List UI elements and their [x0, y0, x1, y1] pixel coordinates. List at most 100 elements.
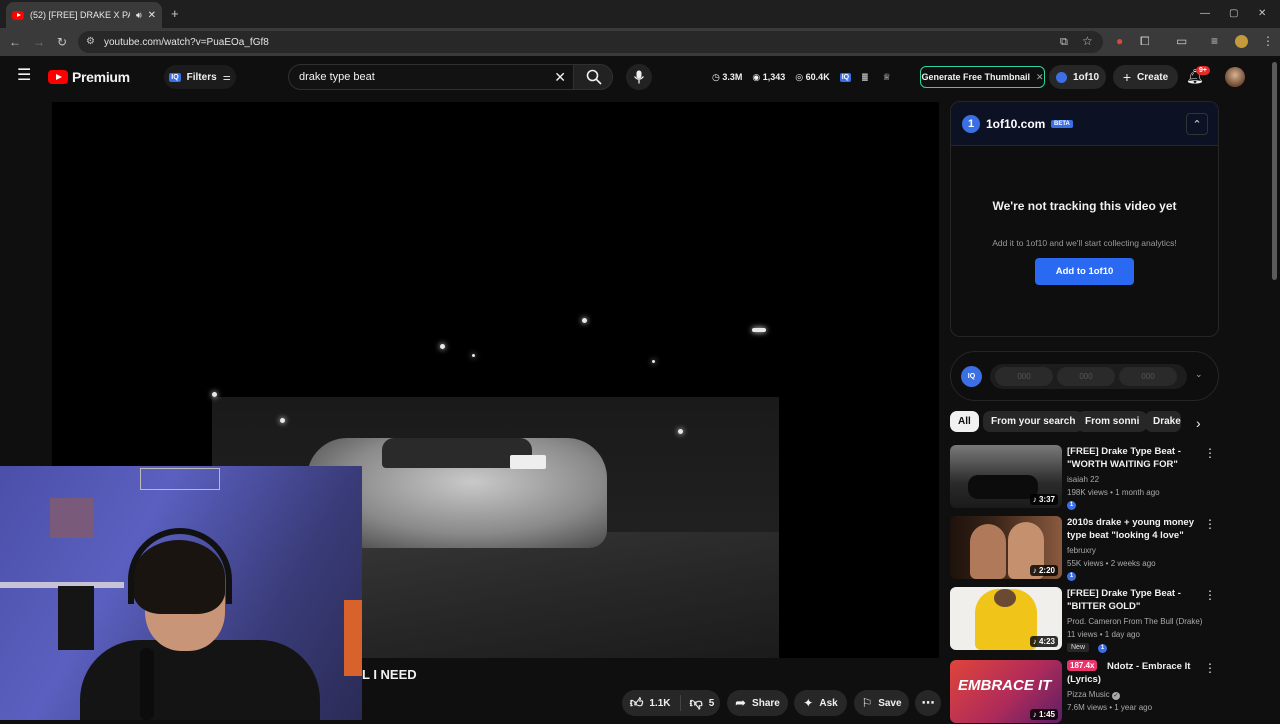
- recommendation-thumbnail[interactable]: ♪ 4:23: [950, 587, 1062, 650]
- browser-tab[interactable]: (52) [FREE] DRAKE X PARTYN 🔊︎ ✕: [6, 2, 162, 28]
- url-text: youtube.com/watch?v=PuaEOa_fGf8: [104, 36, 269, 48]
- more-vertical-icon[interactable]: ⋮: [1204, 662, 1216, 674]
- more-horizontal-icon: ⋯: [921, 695, 935, 710]
- oneof10-label: 1of10: [1072, 71, 1100, 83]
- extensions-puzzle-icon[interactable]: ⧠: [1140, 35, 1150, 47]
- vidiq-badge[interactable]: IQ: [839, 72, 852, 82]
- voice-search-button[interactable]: [626, 64, 652, 90]
- search-input[interactable]: drake type beat ✕: [288, 64, 574, 90]
- notifications-button[interactable]: 🔔︎ 9+: [1186, 66, 1210, 88]
- save-button[interactable]: ⚐ Save: [854, 690, 909, 716]
- close-window-icon[interactable]: ✕: [1258, 8, 1266, 20]
- list-icon[interactable]: ≣: [861, 72, 869, 83]
- more-actions-button[interactable]: ⋯: [915, 690, 941, 716]
- webcam-speaker: [58, 586, 94, 650]
- reload-icon[interactable]: ↻: [57, 36, 67, 48]
- recommendation-title[interactable]: [FREE] Drake Type Beat - "BITTER GOLD": [1067, 587, 1207, 613]
- tab-title: (52) [FREE] DRAKE X PARTYN: [30, 10, 130, 20]
- recommendation-item[interactable]: ♪ 2:20 2010s drake + young money type be…: [950, 516, 1220, 581]
- user-avatar[interactable]: [1225, 67, 1245, 87]
- trophy-icon[interactable]: ♕: [883, 72, 891, 83]
- tab-audio-icon[interactable]: 🔊︎: [136, 10, 142, 21]
- search-button[interactable]: [573, 64, 613, 90]
- recommendation-thumbnail[interactable]: EMBRACE IT ♪ 1:45: [950, 660, 1062, 723]
- youtube-favicon-icon: [12, 10, 24, 20]
- chip-drake[interactable]: Drake: [1145, 411, 1181, 432]
- recommendation-channel[interactable]: Pizza Music ✓: [1067, 690, 1120, 700]
- plus-icon: +: [1122, 69, 1132, 85]
- video-light: [752, 328, 766, 332]
- youtube-logo[interactable]: Premium: [48, 69, 130, 85]
- sidepanel-icon[interactable]: ▭: [1176, 35, 1187, 47]
- oneof10-score-icon: 1: [1067, 572, 1076, 581]
- more-vertical-icon[interactable]: ⋮: [1204, 447, 1216, 459]
- duration-badge: ♪ 4:23: [1029, 636, 1058, 647]
- thumbnail-person: [970, 524, 1006, 579]
- more-vertical-icon[interactable]: ⋮: [1204, 518, 1216, 530]
- more-vertical-icon[interactable]: ⋮: [1204, 589, 1216, 601]
- extension-red-icon[interactable]: ●: [1116, 35, 1123, 47]
- browser-menu-icon[interactable]: ⋮: [1262, 35, 1274, 47]
- recommendation-channel[interactable]: isaiah 22: [1067, 475, 1099, 484]
- share-icon: ➦: [735, 695, 747, 710]
- new-tab-icon[interactable]: +: [171, 7, 179, 20]
- chips-next-chevron-icon[interactable]: ›: [1196, 416, 1201, 430]
- recommendation-item[interactable]: ♪ 3:37 [FREE] Drake Type Beat - "WORTH W…: [950, 445, 1220, 510]
- back-icon[interactable]: ←: [9, 36, 21, 48]
- site-info-icon[interactable]: ⚙: [86, 36, 95, 47]
- filters-button[interactable]: IQ Filters ⚌: [164, 65, 236, 89]
- recommendation-channel[interactable]: Prod. Cameron From The Bull (Drake): [1067, 617, 1202, 626]
- recommendation-meta: 55K views • 2 weeks ago: [1067, 559, 1156, 568]
- video-light: [652, 360, 655, 363]
- forward-icon[interactable]: →: [33, 36, 45, 48]
- search-value: drake type beat: [299, 71, 375, 83]
- restore-icon[interactable]: ▢: [1229, 8, 1238, 20]
- collapse-chevron-icon[interactable]: ⌃: [1186, 113, 1208, 135]
- recommendation-item[interactable]: ♪ 4:23 [FREE] Drake Type Beat - "BITTER …: [950, 587, 1220, 653]
- address-bar[interactable]: ⚙ youtube.com/watch?v=PuaEOa_fGf8: [78, 31, 1103, 53]
- vidiq-pill[interactable]: 000: [995, 367, 1053, 386]
- hamburger-menu-icon[interactable]: ☰: [17, 68, 31, 84]
- vidiq-pill[interactable]: 000: [1057, 367, 1115, 386]
- vidiq-logo-icon: IQ: [961, 366, 982, 387]
- dislike-button[interactable]: 👎︎ 5: [681, 695, 722, 711]
- recommendation-item[interactable]: EMBRACE IT ♪ 1:45 187.4x Ndotz - Embrace…: [950, 660, 1220, 724]
- chip-from-your-search[interactable]: From your search: [983, 411, 1084, 432]
- recommendation-channel[interactable]: februxry: [1067, 546, 1096, 555]
- bookmark-star-icon[interactable]: ☆: [1082, 35, 1093, 47]
- stat-eye: ◎ 60.4K: [795, 71, 830, 82]
- new-badge: New: [1067, 643, 1090, 652]
- recommendation-thumbnail[interactable]: ♪ 2:20: [950, 516, 1062, 579]
- chip-all[interactable]: All: [950, 411, 979, 432]
- install-app-icon[interactable]: ⧉: [1060, 36, 1068, 48]
- recommendation-title[interactable]: 2010s drake + young money type beat "loo…: [1067, 516, 1207, 542]
- beta-badge: BETA: [1051, 120, 1073, 128]
- oneof10-button[interactable]: 1of10: [1049, 65, 1106, 89]
- like-button[interactable]: 👍︎ 1.1K: [620, 695, 682, 711]
- youtube-logo-icon: [48, 70, 68, 84]
- add-to-oneof10-button[interactable]: Add to 1of10: [1035, 258, 1134, 285]
- recommendation-thumbnail[interactable]: ♪ 3:37: [950, 445, 1062, 508]
- ask-button[interactable]: ✦ Ask: [794, 690, 847, 716]
- share-button[interactable]: ➦ Share: [727, 690, 788, 716]
- minimize-icon[interactable]: —: [1200, 8, 1210, 20]
- expand-chevron-icon[interactable]: ⌄: [1195, 369, 1203, 380]
- search-icon: [586, 69, 602, 85]
- recommendation-title[interactable]: [FREE] Drake Type Beat - "WORTH WAITING …: [1067, 445, 1207, 471]
- page-scrollbar-thumb[interactable]: [1272, 62, 1277, 280]
- recommendation-title[interactable]: Ndotz - Embrace It (Lyrics): [1067, 660, 1207, 686]
- clear-search-icon[interactable]: ✕: [554, 69, 566, 85]
- microphone-icon: [633, 70, 645, 84]
- generate-thumbnail-button[interactable]: Generate Free Thumbnail ✕: [920, 66, 1045, 88]
- vidiq-panel: IQ 000 000 000 ⌄: [950, 351, 1219, 401]
- vidiq-pill[interactable]: 000: [1119, 367, 1177, 386]
- tab-close-icon[interactable]: ✕: [148, 10, 156, 21]
- save-label: Save: [878, 697, 902, 709]
- oneof10-score-icon: 1: [1098, 644, 1107, 653]
- create-button[interactable]: + Create: [1113, 65, 1178, 89]
- media-controls-icon[interactable]: ≡: [1211, 35, 1218, 47]
- chip-from-sonni[interactable]: From sonni: [1077, 411, 1148, 432]
- thumbnail-car: [968, 475, 1038, 499]
- dismiss-icon[interactable]: ✕: [1036, 72, 1044, 83]
- profile-avatar-icon[interactable]: [1235, 35, 1248, 48]
